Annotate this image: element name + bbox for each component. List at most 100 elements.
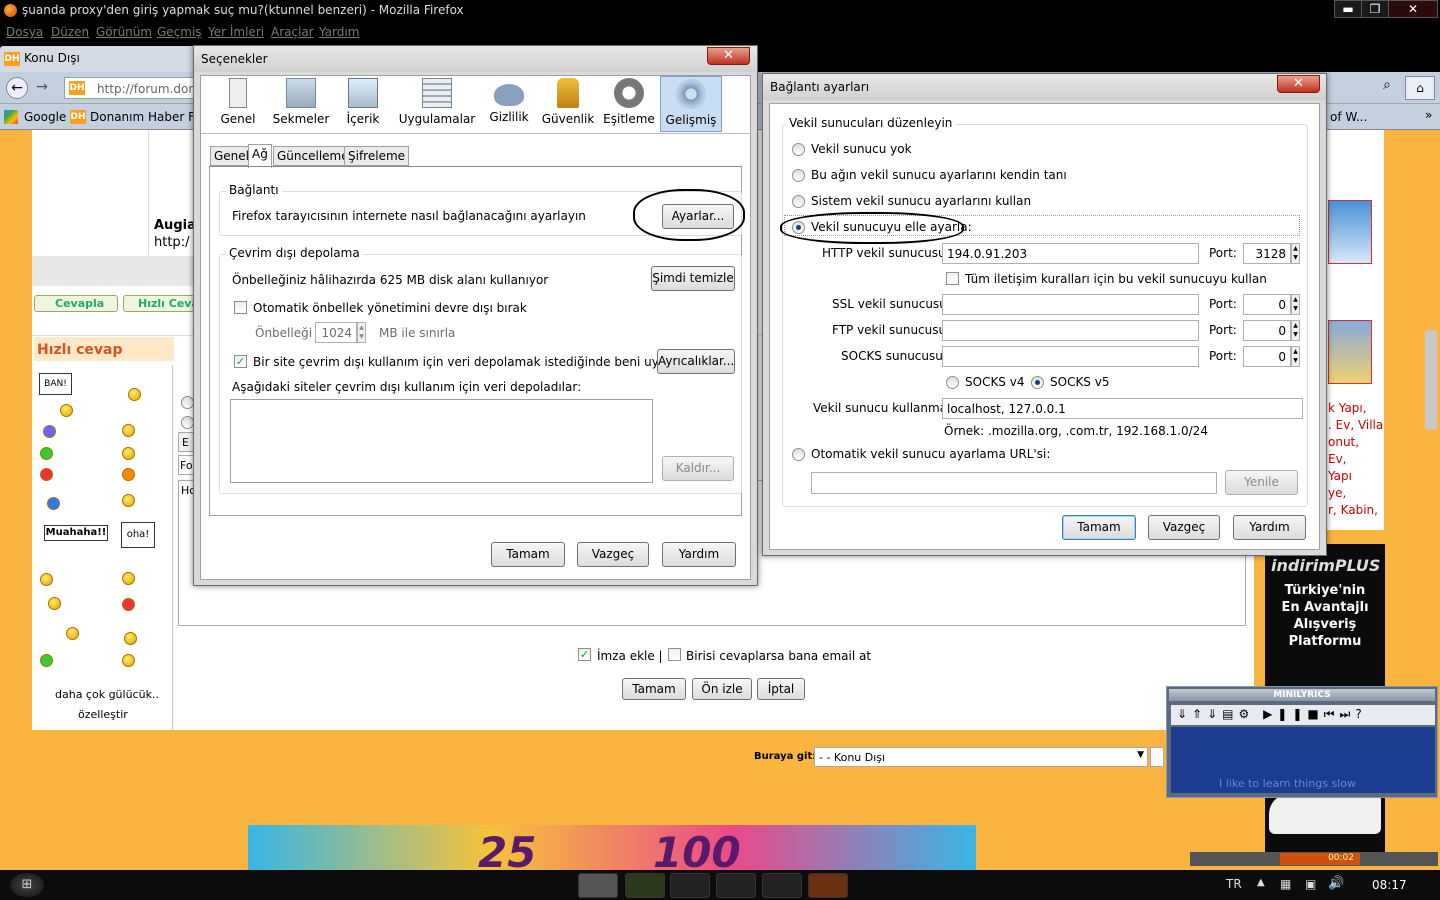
- socks-port-spinner[interactable]: ▲ ▼: [1291, 346, 1300, 367]
- cache-limit-spinner[interactable]: ▲ ▼: [357, 322, 366, 343]
- category-tabs[interactable]: Sekmeler: [271, 76, 331, 132]
- smiley-icon[interactable]: [43, 425, 56, 438]
- ad-image[interactable]: [1328, 320, 1372, 384]
- ssl-port-input[interactable]: 0: [1243, 294, 1291, 315]
- radio-no-proxy[interactable]: [792, 143, 805, 156]
- start-button[interactable]: ⊞: [10, 873, 44, 897]
- reply-button[interactable]: Cevapla: [34, 295, 118, 312]
- subtab-network[interactable]: Ağ: [248, 144, 272, 168]
- smiley-icon[interactable]: [47, 497, 60, 510]
- tray-icon[interactable]: ▣: [1305, 877, 1316, 891]
- smiley-icon[interactable]: [128, 388, 141, 401]
- smiley-icon[interactable]: [40, 654, 53, 667]
- signature-checkbox[interactable]: ✓: [578, 648, 591, 661]
- taskbar-winamp-icon[interactable]: [808, 873, 848, 898]
- smiley-icon[interactable]: [122, 572, 135, 585]
- smiley-icon[interactable]: [60, 404, 73, 417]
- smiley-icon[interactable]: [122, 654, 135, 667]
- options-ok-button[interactable]: Tamam: [491, 542, 565, 567]
- category-general[interactable]: Genel: [213, 76, 263, 132]
- taskbar-app-icon[interactable]: [716, 873, 756, 898]
- bookmark-google[interactable]: Google: [24, 110, 66, 124]
- preview-button[interactable]: Ön izle: [692, 678, 752, 700]
- remove-button[interactable]: Kaldır...: [662, 456, 734, 481]
- menu-history[interactable]: Geçmiş: [157, 25, 202, 39]
- smiley-muahaha[interactable]: Muahaha!!: [44, 525, 108, 541]
- http-proxy-input[interactable]: 194.0.91.203: [942, 243, 1199, 264]
- socks-port-input[interactable]: 0: [1243, 346, 1291, 367]
- smiley-icon[interactable]: [122, 598, 135, 611]
- options-cancel-button[interactable]: Vazgeç: [577, 542, 649, 567]
- minilyrics-toolbar[interactable]: ⇓⇑⇓▤⚙ ▶❚❚■⏮⏭?: [1171, 705, 1435, 725]
- language-indicator[interactable]: TR: [1226, 877, 1242, 891]
- url-bar[interactable]: DH http://forum.dona: [64, 77, 196, 99]
- taskbar-app-icon[interactable]: [670, 873, 710, 898]
- email-checkbox[interactable]: [668, 648, 681, 661]
- override-cache-checkbox[interactable]: [234, 301, 247, 314]
- submit-button[interactable]: Tamam: [622, 678, 686, 700]
- ftp-proxy-input[interactable]: [942, 320, 1199, 341]
- radio-auto-detect[interactable]: [792, 169, 805, 182]
- cancel-button[interactable]: İptal: [757, 678, 805, 700]
- search-icon[interactable]: ⌕: [1376, 77, 1398, 99]
- radio-socks5[interactable]: [1031, 376, 1044, 389]
- side-ad-text[interactable]: k Yapı,. Ev, Villa onut, Ev, Yapı ye, r, Kabi…: [1328, 400, 1384, 520]
- clock[interactable]: 08:17: [1372, 878, 1407, 892]
- connection-close-button[interactable]: ✕: [1277, 75, 1320, 93]
- reload-button[interactable]: Yenile: [1225, 470, 1298, 495]
- subtab-encryption[interactable]: Şifreleme: [344, 146, 410, 166]
- menu-help[interactable]: Yardım: [319, 25, 359, 39]
- goto-select[interactable]: - - Konu Dışı ▼: [814, 747, 1148, 767]
- http-port-input[interactable]: 3128: [1243, 243, 1291, 264]
- menu-view[interactable]: Görünüm: [96, 25, 152, 39]
- ftp-port-input[interactable]: 0: [1243, 320, 1291, 341]
- menu-file[interactable]: Dosya: [6, 25, 43, 39]
- network-icon[interactable]: ▦: [1280, 877, 1291, 891]
- options-close-button[interactable]: ✕: [707, 47, 750, 65]
- player-controls[interactable]: 00:02: [1190, 852, 1438, 866]
- pac-url-input[interactable]: [811, 472, 1217, 494]
- http-port-spinner[interactable]: ▲ ▼: [1291, 243, 1300, 264]
- category-privacy[interactable]: Gizlilik: [485, 76, 533, 132]
- taskbar-app-icon[interactable]: [762, 873, 802, 898]
- goto-button[interactable]: [1150, 747, 1164, 767]
- smiley-icon[interactable]: [40, 573, 53, 586]
- socks-host-input[interactable]: [942, 346, 1199, 367]
- smiley-ban[interactable]: BAN!: [39, 373, 72, 395]
- maximize-button[interactable]: ❐: [1361, 0, 1389, 18]
- smiley-icon[interactable]: [124, 632, 137, 645]
- clear-now-button[interactable]: Şimdi temizle: [651, 266, 735, 291]
- offline-sites-list[interactable]: [230, 399, 653, 483]
- smiley-icon[interactable]: [122, 494, 135, 507]
- category-applications[interactable]: Uygulamalar: [397, 76, 477, 132]
- options-help-button[interactable]: Yardım: [662, 542, 736, 567]
- radio-system-proxy[interactable]: [792, 195, 805, 208]
- volume-icon[interactable]: 🔊: [1328, 876, 1344, 891]
- exceptions-button[interactable]: Ayrıcalıklar...: [657, 349, 735, 374]
- taskbar-firefox-icon[interactable]: [578, 873, 618, 898]
- category-content[interactable]: İçerik: [341, 76, 385, 132]
- forward-icon[interactable]: →: [32, 79, 52, 97]
- radio-socks4[interactable]: [946, 376, 959, 389]
- taskbar-explorer-icon[interactable]: [625, 873, 665, 898]
- smiley-icon[interactable]: [122, 447, 135, 460]
- no-proxy-for-input[interactable]: localhost, 127.0.0.1: [942, 398, 1303, 419]
- smiley-icon[interactable]: [40, 468, 53, 481]
- quick-reply-button[interactable]: Hızlı Ceva: [123, 295, 195, 312]
- menu-bookmarks[interactable]: Yer İmleri: [208, 25, 264, 39]
- more-smileys-link[interactable]: daha çok gülücük..: [55, 688, 159, 701]
- bookmark-right[interactable]: of W...: [1330, 110, 1367, 124]
- banner-ad[interactable]: 25 100: [248, 825, 976, 870]
- warn-offline-checkbox[interactable]: ✓: [234, 355, 247, 368]
- all-protocols-checkbox[interactable]: [946, 272, 959, 285]
- minimize-button[interactable]: ▬: [1334, 0, 1362, 18]
- tab-konu-disi[interactable]: DH Konu Dışı: [0, 46, 195, 72]
- ssl-proxy-input[interactable]: [942, 294, 1199, 315]
- smiley-icon[interactable]: [40, 447, 53, 460]
- subtab-general[interactable]: Genel: [210, 146, 254, 166]
- connection-cancel-button[interactable]: Vazgeç: [1148, 515, 1220, 540]
- smiley-icon[interactable]: [122, 424, 135, 437]
- tray-arrow-icon[interactable]: ▲: [1257, 877, 1265, 888]
- close-button[interactable]: ✕: [1388, 0, 1438, 18]
- menu-edit[interactable]: Düzen: [51, 25, 89, 39]
